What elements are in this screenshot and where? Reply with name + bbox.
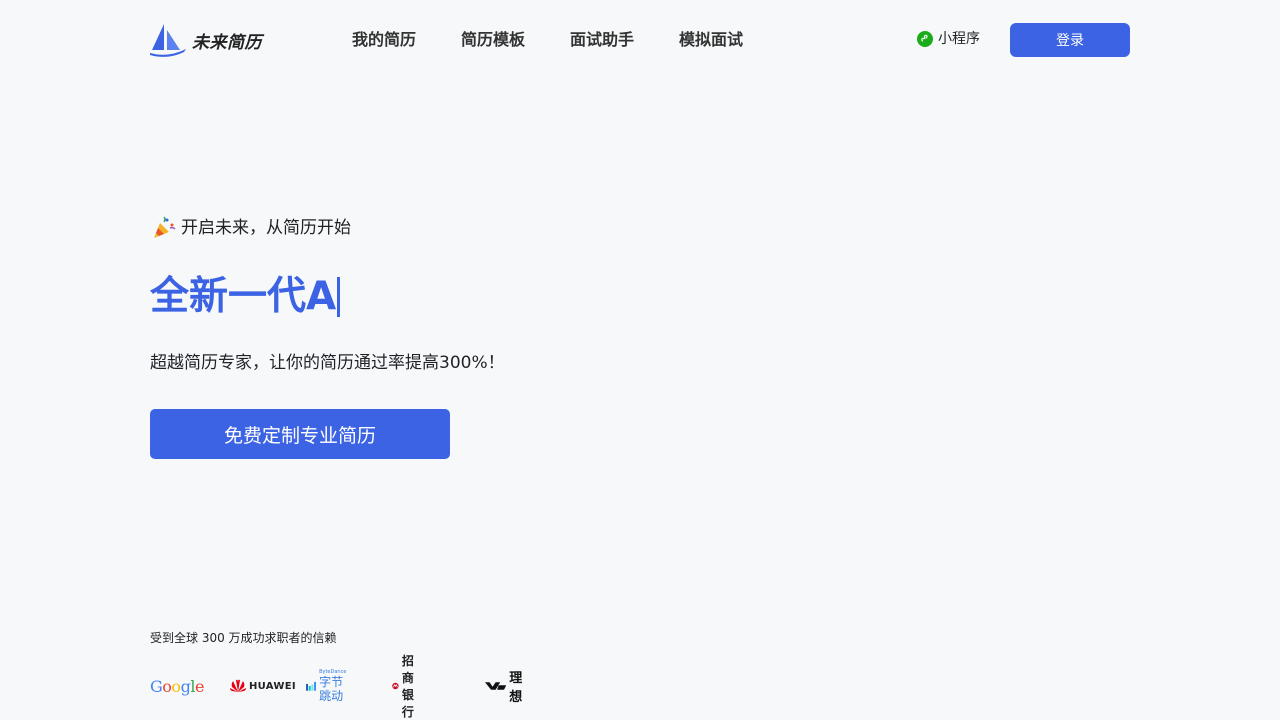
login-button[interactable]: 登录 bbox=[1010, 23, 1130, 57]
cmb-wordmark: 招商银行 bbox=[401, 654, 415, 719]
mini-program-link[interactable]: 小程序 bbox=[917, 30, 980, 48]
bytedance-wordmark: ByteDance 字节跳动 bbox=[319, 669, 351, 703]
cmb-logo-icon bbox=[392, 682, 399, 690]
main-nav: 我的简历 简历模板 面试助手 模拟面试 bbox=[352, 29, 788, 51]
bytedance-logo-icon bbox=[306, 681, 317, 691]
huawei-logo: HUAWEI bbox=[230, 672, 296, 700]
trust-statement: 受到全球 300 万成功求职者的信赖 bbox=[150, 631, 337, 645]
nav-resume-templates[interactable]: 简历模板 bbox=[461, 29, 525, 51]
huawei-logo-icon bbox=[230, 679, 246, 692]
page: 未来简历 我的简历 简历模板 面试助手 模拟面试 小程序 登录 开启未来，从简历… bbox=[0, 0, 1280, 720]
hero-subtitle: 超越简历专家，让你的简历通过率提高300%！ bbox=[150, 353, 505, 373]
nav-my-resume[interactable]: 我的简历 bbox=[352, 29, 416, 51]
lixiang-logo-icon bbox=[485, 682, 507, 690]
bytedance-logo: ByteDance 字节跳动 bbox=[306, 669, 351, 703]
google-logo: Google bbox=[150, 672, 204, 700]
typing-caret bbox=[337, 277, 341, 317]
cmb-logo: 招商银行 bbox=[392, 654, 424, 719]
sailboat-logo-icon bbox=[150, 24, 186, 57]
bytedance-cn: 字节跳动 bbox=[319, 675, 344, 703]
hero-tagline: 开启未来，从简历开始 bbox=[152, 216, 351, 240]
brand-name: 未来简历 bbox=[192, 32, 262, 53]
huawei-wordmark: HUAWEI bbox=[249, 680, 296, 692]
brand-logo[interactable]: 未来简历 bbox=[150, 22, 262, 58]
lixiang-logo: 理想 bbox=[485, 671, 529, 705]
hero-title-text: 全新一代A bbox=[150, 274, 337, 319]
hero-tagline-text: 开启未来，从简历开始 bbox=[181, 218, 351, 238]
party-popper-icon bbox=[154, 216, 176, 238]
top-header: 未来简历 我的简历 简历模板 面试助手 模拟面试 小程序 登录 bbox=[0, 0, 1280, 80]
wechat-mini-program-icon bbox=[917, 31, 933, 47]
mini-program-label: 小程序 bbox=[938, 31, 980, 47]
create-resume-button[interactable]: 免费定制专业简历 bbox=[150, 409, 450, 459]
nav-mock-interview[interactable]: 模拟面试 bbox=[679, 29, 743, 51]
hero-title: 全新一代A bbox=[150, 270, 341, 324]
lixiang-wordmark: 理想 bbox=[509, 671, 523, 705]
google-wordmark: Google bbox=[150, 676, 204, 696]
nav-interview-assistant[interactable]: 面试助手 bbox=[570, 29, 634, 51]
